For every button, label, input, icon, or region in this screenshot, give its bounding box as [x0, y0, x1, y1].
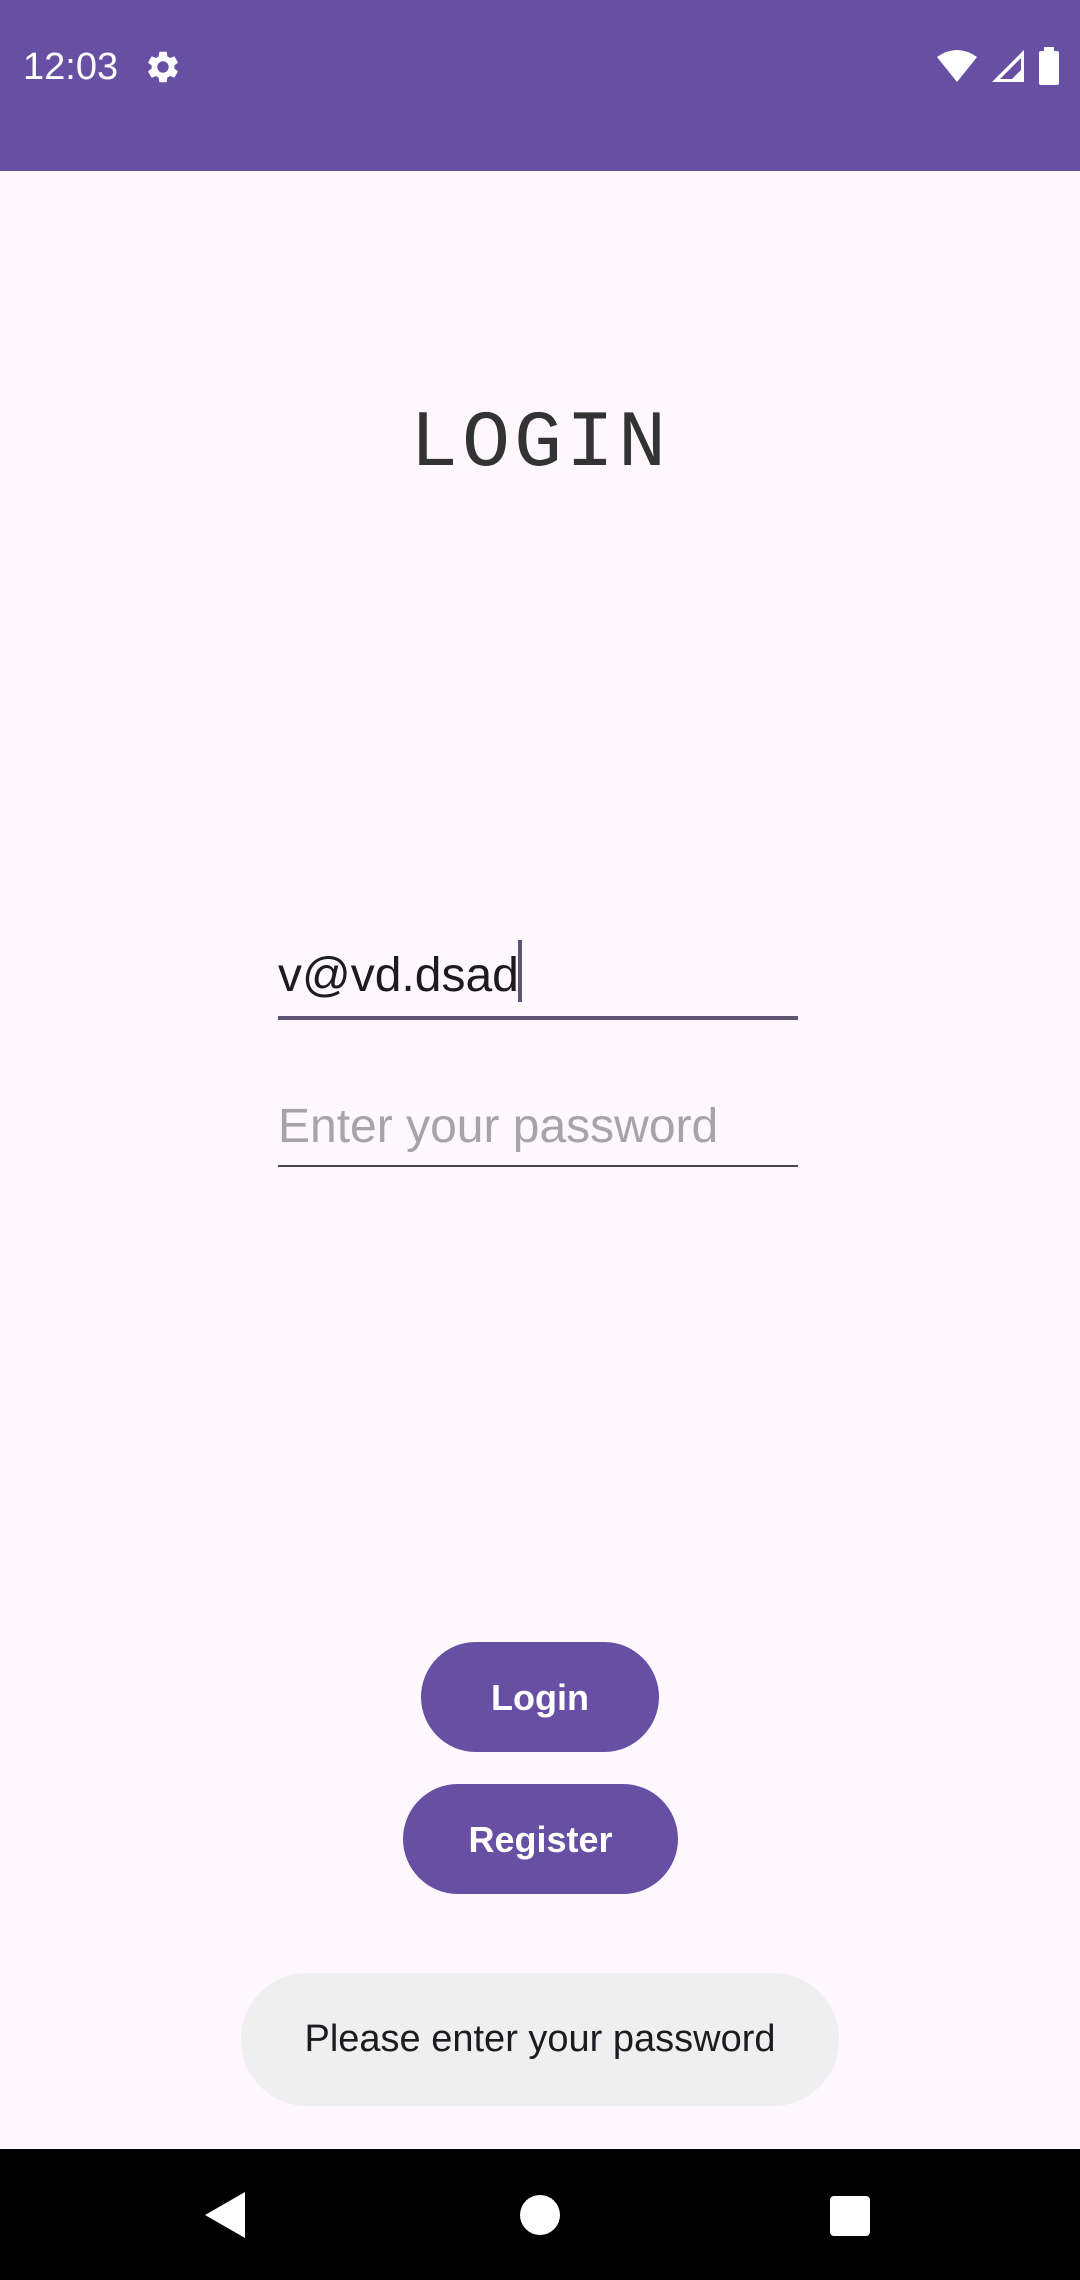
status-time: 12:03: [23, 46, 119, 88]
password-underline: [278, 1165, 798, 1167]
register-button[interactable]: Register: [403, 1784, 678, 1894]
login-button[interactable]: Login: [421, 1642, 659, 1752]
email-field[interactable]: [278, 930, 798, 1020]
status-icons: [936, 46, 1060, 86]
recents-icon[interactable]: [830, 2196, 870, 2236]
navigation-bar: [0, 2149, 1080, 2280]
back-icon[interactable]: [205, 2192, 245, 2238]
battery-icon: [1039, 47, 1059, 85]
wifi-icon: [937, 50, 977, 82]
cellular-signal-icon: [992, 50, 1024, 82]
settings-gear-icon: [148, 51, 178, 83]
password-field[interactable]: [278, 1085, 798, 1167]
email-input[interactable]: [278, 930, 798, 1020]
email-underline: [278, 1016, 798, 1020]
password-input[interactable]: [278, 1085, 798, 1167]
toast-message: Please enter your password: [241, 1973, 839, 2106]
home-icon[interactable]: [520, 2195, 560, 2235]
page-title: LOGIN: [409, 399, 671, 490]
text-cursor: [518, 940, 522, 1002]
status-bar: 12:03: [0, 0, 1080, 171]
